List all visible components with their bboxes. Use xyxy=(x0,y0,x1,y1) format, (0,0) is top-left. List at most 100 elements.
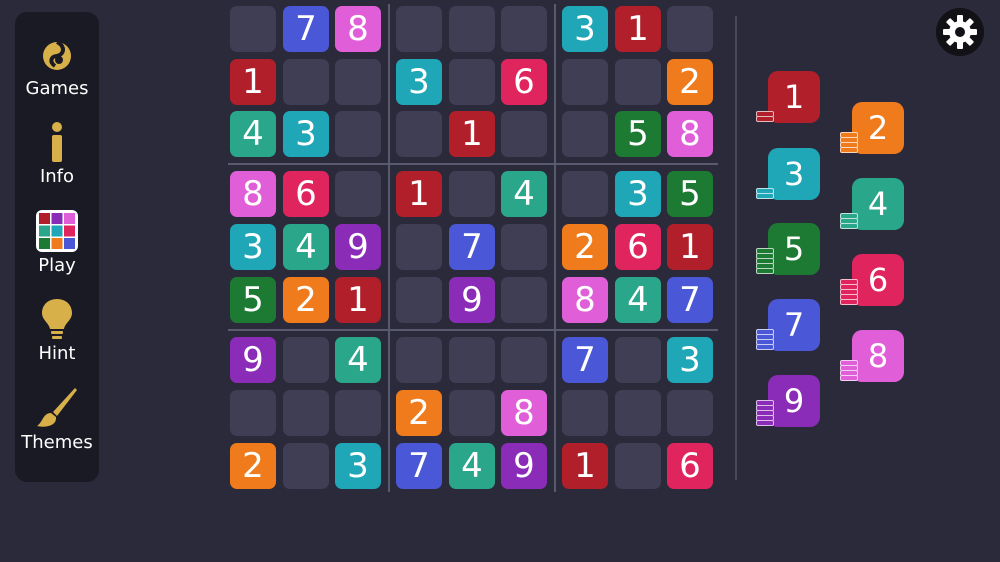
sudoku-cell-empty[interactable] xyxy=(283,390,329,436)
sudoku-cell-empty[interactable] xyxy=(335,111,381,157)
sudoku-cell-empty[interactable] xyxy=(501,224,547,270)
sudoku-cell-filled[interactable]: 3 xyxy=(335,443,381,489)
sudoku-cell-filled[interactable]: 4 xyxy=(501,171,547,217)
sudoku-cell-empty[interactable] xyxy=(283,59,329,105)
sudoku-cell-empty[interactable] xyxy=(283,443,329,489)
number-tile: 6 xyxy=(852,254,904,306)
sudoku-cell-filled[interactable]: 1 xyxy=(335,277,381,323)
sudoku-cell-filled[interactable]: 7 xyxy=(396,443,442,489)
sudoku-cell-empty[interactable] xyxy=(501,6,547,52)
number-picker-button[interactable]: 4 xyxy=(840,178,906,234)
sudoku-cell-filled[interactable]: 9 xyxy=(501,443,547,489)
number-picker-button[interactable]: 5 xyxy=(756,223,822,279)
sudoku-cell-empty[interactable] xyxy=(562,59,608,105)
sudoku-cell-filled[interactable]: 3 xyxy=(562,6,608,52)
sudoku-cell-filled[interactable]: 2 xyxy=(562,224,608,270)
sudoku-cell-filled[interactable]: 3 xyxy=(615,171,661,217)
sudoku-cell-filled[interactable]: 2 xyxy=(667,59,713,105)
sidebar-item-info[interactable]: Info xyxy=(15,120,99,187)
sudoku-cell-empty[interactable] xyxy=(615,390,661,436)
number-picker-button[interactable]: 8 xyxy=(840,330,906,386)
number-picker-button[interactable]: 7 xyxy=(756,299,822,355)
sudoku-cell-filled[interactable]: 9 xyxy=(449,277,495,323)
sudoku-cell-filled[interactable]: 5 xyxy=(615,111,661,157)
number-picker-button[interactable]: 3 xyxy=(756,148,822,204)
sudoku-cell-filled[interactable]: 8 xyxy=(562,277,608,323)
sudoku-cell-filled[interactable]: 4 xyxy=(283,224,329,270)
sudoku-cell-filled[interactable]: 6 xyxy=(501,59,547,105)
sudoku-cell-filled[interactable]: 1 xyxy=(667,224,713,270)
sudoku-cell-empty[interactable] xyxy=(396,337,442,383)
sudoku-cell-filled[interactable]: 1 xyxy=(615,6,661,52)
sudoku-cell-filled[interactable]: 5 xyxy=(667,171,713,217)
sudoku-cell-filled[interactable]: 8 xyxy=(230,171,276,217)
sudoku-cell-empty[interactable] xyxy=(449,59,495,105)
sudoku-cell-empty[interactable] xyxy=(335,59,381,105)
sudoku-cell-empty[interactable] xyxy=(615,337,661,383)
sudoku-cell-filled[interactable]: 1 xyxy=(449,111,495,157)
sudoku-cell-empty[interactable] xyxy=(562,390,608,436)
sidebar-item-games[interactable]: Games xyxy=(15,32,99,99)
sudoku-cell-filled[interactable]: 6 xyxy=(283,171,329,217)
sudoku-cell-empty[interactable] xyxy=(667,390,713,436)
sudoku-cell-filled[interactable]: 6 xyxy=(667,443,713,489)
number-tile: 4 xyxy=(852,178,904,230)
sudoku-cell-filled[interactable]: 7 xyxy=(449,224,495,270)
sudoku-cell-filled[interactable]: 4 xyxy=(615,277,661,323)
sudoku-cell-empty[interactable] xyxy=(396,111,442,157)
sudoku-cell-filled[interactable]: 3 xyxy=(283,111,329,157)
sudoku-cell-filled[interactable]: 3 xyxy=(230,224,276,270)
sudoku-cell-empty[interactable] xyxy=(230,6,276,52)
sudoku-cell-filled[interactable]: 4 xyxy=(230,111,276,157)
sudoku-cell-empty[interactable] xyxy=(449,171,495,217)
sudoku-cell-empty[interactable] xyxy=(501,337,547,383)
sudoku-cell-empty[interactable] xyxy=(615,59,661,105)
number-picker-button[interactable]: 1 xyxy=(756,71,822,127)
settings-button[interactable] xyxy=(936,8,984,56)
number-tile: 5 xyxy=(768,223,820,275)
sudoku-cell-filled[interactable]: 6 xyxy=(615,224,661,270)
sudoku-cell-filled[interactable]: 1 xyxy=(396,171,442,217)
sudoku-cell-filled[interactable]: 8 xyxy=(501,390,547,436)
sudoku-cell-filled[interactable]: 3 xyxy=(667,337,713,383)
sidebar-item-label: Themes xyxy=(21,432,93,453)
sudoku-cell-empty[interactable] xyxy=(449,337,495,383)
sudoku-cell-empty[interactable] xyxy=(449,390,495,436)
sudoku-cell-filled[interactable]: 8 xyxy=(335,6,381,52)
sidebar-item-themes[interactable]: Themes xyxy=(15,386,99,453)
sudoku-cell-filled[interactable]: 1 xyxy=(562,443,608,489)
sudoku-cell-filled[interactable]: 4 xyxy=(335,337,381,383)
sudoku-cell-empty[interactable] xyxy=(283,337,329,383)
sudoku-cell-empty[interactable] xyxy=(562,111,608,157)
number-picker-button[interactable]: 9 xyxy=(756,375,822,431)
sudoku-cell-empty[interactable] xyxy=(501,111,547,157)
sudoku-cell-empty[interactable] xyxy=(667,6,713,52)
sudoku-cell-filled[interactable]: 2 xyxy=(283,277,329,323)
number-picker-button[interactable]: 2 xyxy=(840,102,906,158)
sidebar-item-play[interactable]: Play xyxy=(15,209,99,276)
sudoku-cell-empty[interactable] xyxy=(396,277,442,323)
sudoku-cell-filled[interactable]: 7 xyxy=(562,337,608,383)
sudoku-cell-filled[interactable]: 7 xyxy=(667,277,713,323)
sudoku-cell-filled[interactable]: 3 xyxy=(396,59,442,105)
sudoku-cell-empty[interactable] xyxy=(562,171,608,217)
sudoku-cell-empty[interactable] xyxy=(615,443,661,489)
sudoku-cell-empty[interactable] xyxy=(230,390,276,436)
sudoku-cell-filled[interactable]: 9 xyxy=(335,224,381,270)
sudoku-cell-empty[interactable] xyxy=(335,171,381,217)
number-picker-button[interactable]: 6 xyxy=(840,254,906,310)
sudoku-cell-empty[interactable] xyxy=(335,390,381,436)
sudoku-cell-empty[interactable] xyxy=(396,224,442,270)
sudoku-cell-filled[interactable]: 5 xyxy=(230,277,276,323)
sudoku-cell-empty[interactable] xyxy=(501,277,547,323)
sudoku-cell-filled[interactable]: 1 xyxy=(230,59,276,105)
sudoku-cell-filled[interactable]: 7 xyxy=(283,6,329,52)
sudoku-cell-filled[interactable]: 4 xyxy=(449,443,495,489)
sudoku-cell-filled[interactable]: 8 xyxy=(667,111,713,157)
sudoku-cell-empty[interactable] xyxy=(396,6,442,52)
sidebar-item-hint[interactable]: Hint xyxy=(15,297,99,364)
sudoku-cell-filled[interactable]: 2 xyxy=(396,390,442,436)
sudoku-cell-filled[interactable]: 2 xyxy=(230,443,276,489)
sudoku-cell-filled[interactable]: 9 xyxy=(230,337,276,383)
sudoku-cell-empty[interactable] xyxy=(449,6,495,52)
